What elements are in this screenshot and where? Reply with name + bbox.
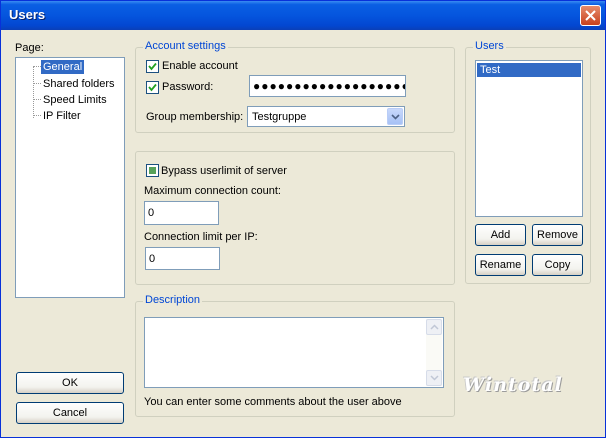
tree-connector (33, 83, 41, 84)
dropdown-button[interactable] (387, 108, 403, 125)
indeterminate-mark (149, 167, 156, 174)
enable-account-checkbox[interactable] (146, 60, 159, 73)
password-label: Password: (162, 81, 214, 93)
connection-per-ip-input[interactable]: 0 (145, 247, 220, 270)
page-tree[interactable]: General Shared folders Speed Limits IP F… (15, 57, 125, 298)
password-field[interactable]: ●●●●●●●●●●●●●●●●●●●●● (249, 75, 406, 97)
account-settings-legend: Account settings (143, 40, 228, 52)
max-connection-input[interactable]: 0 (144, 201, 219, 225)
title-bar[interactable]: Users (1, 1, 605, 30)
scroll-up-button[interactable] (426, 319, 442, 335)
tree-connector (33, 66, 41, 67)
chevron-down-icon (391, 114, 400, 120)
window-title: Users (9, 7, 46, 22)
check-icon (148, 62, 157, 71)
wintotal-watermark: Wintotal (463, 374, 563, 396)
rename-user-button[interactable]: Rename (475, 254, 526, 276)
ok-button[interactable]: OK (16, 372, 124, 394)
close-icon (585, 10, 596, 21)
page-label: Page: (15, 42, 44, 54)
tree-item-general[interactable]: General (41, 60, 85, 74)
max-connection-label: Maximum connection count: (144, 185, 281, 197)
description-textarea[interactable] (144, 317, 444, 388)
users-legend: Users (473, 40, 506, 52)
description-hint: You can enter some comments about the us… (144, 396, 402, 408)
cancel-button[interactable]: Cancel (16, 402, 124, 424)
bypass-userlimit-label: Bypass userlimit of server (161, 165, 287, 177)
tree-connector (33, 115, 41, 116)
tree-item-speed-limits[interactable]: Speed Limits (41, 93, 109, 107)
enable-account-label: Enable account (162, 60, 238, 72)
chevron-up-icon (430, 324, 439, 330)
password-checkbox[interactable] (146, 81, 159, 94)
group-membership-select[interactable]: Testgruppe (247, 106, 405, 127)
connection-per-ip-label: Connection limit per IP: (144, 231, 258, 243)
tree-connector (33, 99, 41, 100)
scroll-down-button[interactable] (426, 370, 442, 386)
group-membership-value: Testgruppe (252, 111, 307, 123)
list-item-test[interactable]: Test (477, 63, 581, 77)
users-dialog: Users Page: General Shared folders Speed… (0, 0, 606, 438)
group-membership-label: Group membership: (146, 111, 244, 123)
chevron-down-icon (430, 375, 439, 381)
copy-user-button[interactable]: Copy (532, 254, 583, 276)
tree-connector (33, 66, 34, 118)
users-list[interactable]: Test (475, 60, 583, 217)
tree-item-shared-folders[interactable]: Shared folders (41, 77, 117, 91)
description-legend: Description (143, 294, 203, 306)
close-button[interactable] (580, 5, 601, 26)
description-scrollbar[interactable] (426, 319, 442, 386)
remove-user-button[interactable]: Remove (532, 224, 583, 246)
tree-item-ip-filter[interactable]: IP Filter (41, 109, 83, 123)
check-icon (148, 83, 157, 92)
bypass-userlimit-checkbox[interactable] (146, 164, 159, 177)
add-user-button[interactable]: Add (475, 224, 526, 246)
